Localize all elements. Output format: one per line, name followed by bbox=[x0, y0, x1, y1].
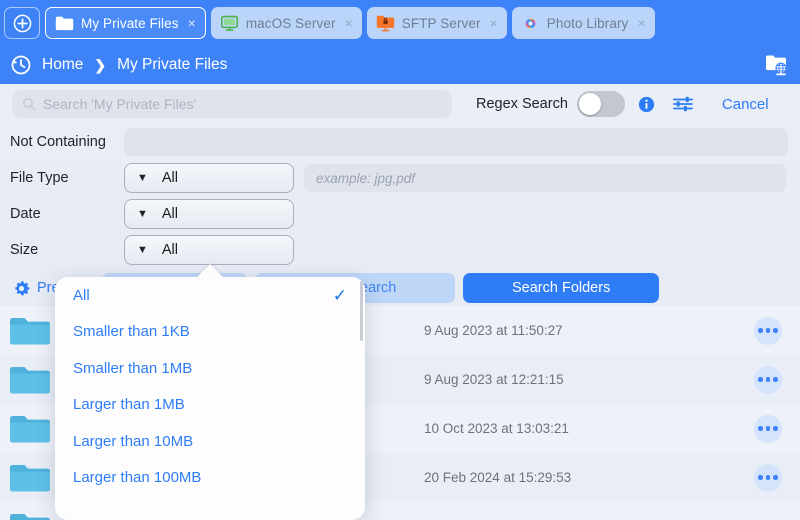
menu-item-smaller-1kb[interactable]: Smaller than 1KB bbox=[55, 314, 365, 351]
file-type-dropdown[interactable]: ▼ All bbox=[124, 163, 294, 193]
tab-label: Photo Library bbox=[546, 15, 629, 31]
menu-item-larger-10mb[interactable]: Larger than 10MB bbox=[55, 423, 365, 460]
menu-item-label: Larger than 100MB bbox=[73, 469, 202, 487]
check-icon: ✓ bbox=[332, 285, 347, 305]
date-value: All bbox=[161, 206, 179, 222]
folder-icon bbox=[8, 314, 52, 348]
tab-close-icon[interactable]: × bbox=[490, 16, 498, 30]
menu-item-label: Smaller than 1KB bbox=[73, 323, 190, 341]
info-circle-icon[interactable] bbox=[638, 96, 655, 113]
breadcrumb: Home ❯ My Private Files bbox=[42, 56, 227, 74]
tab-label: My Private Files bbox=[81, 15, 179, 31]
search-row: Search 'My Private Files' Regex Search C… bbox=[0, 84, 800, 124]
folder-globe-icon[interactable] bbox=[764, 53, 790, 77]
folder-icon bbox=[8, 412, 52, 446]
filter-row-date: Date ▼ All bbox=[0, 196, 800, 232]
tab-bar: My Private Files × macOS Server × SFTP S… bbox=[0, 0, 800, 46]
menu-item-smaller-1mb[interactable]: Smaller than 1MB bbox=[55, 350, 365, 387]
file-type-value: All bbox=[161, 170, 179, 186]
clock-history-icon[interactable] bbox=[10, 54, 32, 76]
size-label: Size bbox=[10, 242, 39, 258]
tab-macos-server[interactable]: macOS Server × bbox=[210, 7, 362, 39]
chevron-down-icon: ▼ bbox=[137, 207, 148, 220]
not-containing-label: Not Containing bbox=[10, 134, 106, 150]
filter-rows: Not Containing File Type ▼ All example: … bbox=[0, 124, 800, 268]
more-dots-icon[interactable] bbox=[754, 365, 782, 394]
tab-sftp-server[interactable]: SFTP Server × bbox=[366, 7, 507, 39]
popover-arrow bbox=[196, 264, 224, 278]
regex-search-label: Regex Search bbox=[476, 96, 568, 112]
search-folders-button[interactable]: Search Folders bbox=[463, 273, 660, 303]
add-tab-button[interactable] bbox=[4, 7, 40, 39]
chevron-down-icon: ▼ bbox=[137, 243, 148, 256]
tab-my-private-files[interactable]: My Private Files × bbox=[45, 7, 206, 39]
menu-scrollbar[interactable] bbox=[360, 281, 363, 341]
lock-folder-icon bbox=[376, 14, 395, 32]
tab-label: SFTP Server bbox=[401, 15, 481, 31]
date-label: Date bbox=[10, 206, 41, 222]
tab-close-icon[interactable]: × bbox=[188, 16, 196, 30]
search-input[interactable]: Search 'My Private Files' bbox=[12, 90, 452, 118]
toggle-knob bbox=[578, 93, 601, 115]
gear-icon bbox=[12, 279, 31, 298]
folder-icon bbox=[8, 461, 52, 495]
app-window: My Private Files × macOS Server × SFTP S… bbox=[0, 0, 800, 520]
file-date: 9 Aug 2023 at 12:21:15 bbox=[424, 372, 564, 387]
folder-icon bbox=[8, 510, 52, 520]
size-dropdown[interactable]: ▼ All bbox=[124, 235, 294, 265]
menu-item-label: Larger than 10MB bbox=[73, 432, 194, 450]
tab-photo-library[interactable]: Photo Library × bbox=[511, 7, 655, 39]
tab-close-icon[interactable]: × bbox=[637, 16, 645, 30]
folder-icon bbox=[55, 15, 74, 31]
sliders-icon[interactable] bbox=[672, 94, 694, 114]
plus-circle-icon bbox=[13, 14, 32, 33]
cancel-button[interactable]: Cancel bbox=[722, 96, 769, 113]
photos-icon bbox=[521, 14, 540, 33]
not-containing-input[interactable] bbox=[124, 128, 788, 156]
menu-item-label: Smaller than 1MB bbox=[73, 359, 193, 377]
file-date: 9 Aug 2023 at 11:50:27 bbox=[424, 323, 563, 338]
tab-label: macOS Server bbox=[245, 15, 336, 31]
size-dropdown-menu: All ✓ Smaller than 1KB Smaller than 1MB … bbox=[55, 277, 365, 520]
more-dots-icon[interactable] bbox=[754, 463, 782, 492]
tab-close-icon[interactable]: × bbox=[345, 16, 353, 30]
file-date: 20 Feb 2024 at 15:29:53 bbox=[424, 470, 572, 485]
menu-item-label: All bbox=[73, 286, 90, 304]
regex-search-toggle[interactable] bbox=[576, 91, 625, 117]
breadcrumb-home[interactable]: Home bbox=[42, 56, 83, 74]
breadcrumb-current[interactable]: My Private Files bbox=[117, 56, 227, 74]
filter-row-not-containing: Not Containing bbox=[0, 124, 800, 160]
menu-item-label: Larger than 1MB bbox=[73, 396, 185, 414]
file-type-extensions-input[interactable]: example: jpg,pdf bbox=[304, 164, 786, 192]
more-dots-icon[interactable] bbox=[754, 316, 782, 345]
filter-row-size: Size ▼ All bbox=[0, 232, 800, 268]
menu-item-larger-1mb[interactable]: Larger than 1MB bbox=[55, 387, 365, 424]
search-icon bbox=[22, 97, 36, 111]
menu-item-all[interactable]: All ✓ bbox=[55, 277, 365, 314]
file-type-extensions-placeholder: example: jpg,pdf bbox=[316, 170, 416, 186]
navigation-bar: Home ❯ My Private Files bbox=[0, 46, 800, 84]
file-type-label: File Type bbox=[10, 170, 69, 186]
folder-icon bbox=[8, 363, 52, 397]
filter-row-file-type: File Type ▼ All example: jpg,pdf bbox=[0, 160, 800, 196]
monitor-icon bbox=[220, 15, 239, 32]
date-dropdown[interactable]: ▼ All bbox=[124, 199, 294, 229]
search-placeholder: Search 'My Private Files' bbox=[43, 96, 197, 112]
file-date: 10 Oct 2023 at 13:03:21 bbox=[424, 421, 569, 436]
more-dots-icon[interactable] bbox=[754, 414, 782, 443]
chevron-down-icon: ▼ bbox=[137, 171, 148, 184]
size-value: All bbox=[161, 242, 179, 258]
menu-item-larger-100mb[interactable]: Larger than 100MB bbox=[55, 460, 365, 497]
chevron-right-icon: ❯ bbox=[94, 56, 107, 73]
